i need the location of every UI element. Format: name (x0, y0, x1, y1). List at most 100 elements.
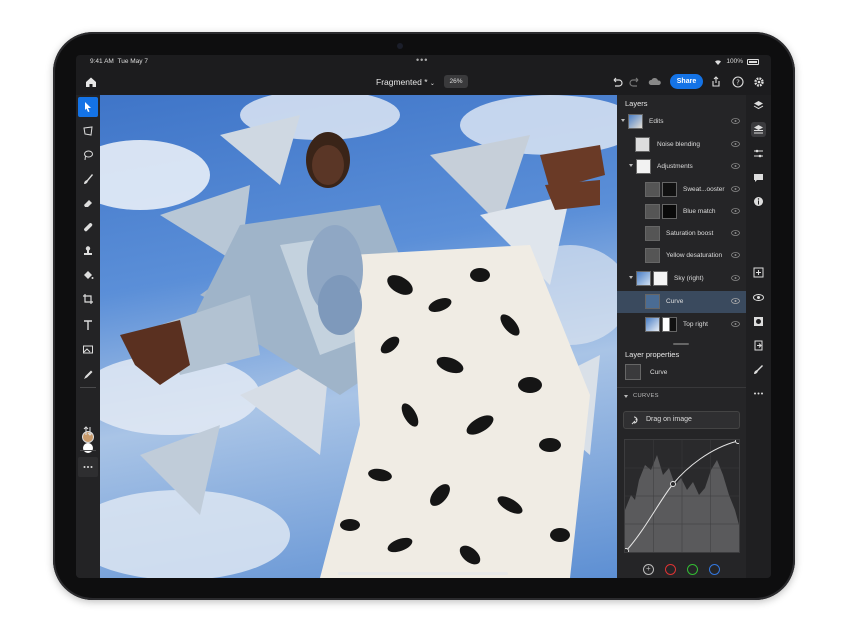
arrow-cursor-icon (85, 102, 91, 112)
eye-icon[interactable] (731, 230, 740, 236)
blue-channel-button[interactable] (709, 564, 720, 575)
layers-panel-title: Layers (625, 99, 648, 108)
right-panel-rail (746, 95, 771, 578)
export-icon[interactable] (709, 75, 723, 89)
eye-icon[interactable] (731, 321, 740, 327)
layer-thumbnail (645, 317, 660, 332)
home-indicator[interactable] (338, 572, 508, 575)
panel-resize-handle[interactable] (673, 343, 689, 345)
eye-icon[interactable] (731, 141, 740, 147)
undo-icon[interactable] (610, 75, 624, 89)
chevron-down-icon: ⌄ (429, 81, 435, 87)
curve-point[interactable] (735, 438, 741, 444)
layer-name: Top right (683, 321, 708, 328)
swap-colors-tool[interactable] (78, 421, 98, 441)
curve-adjustment-icon (645, 294, 660, 309)
rail-divider (80, 387, 96, 388)
layer-name: Curve (666, 298, 684, 305)
eyedropper-icon (84, 370, 93, 379)
chevron-down-icon[interactable] (624, 395, 628, 398)
layers-stack-icon (753, 101, 764, 110)
crop-icon (83, 294, 93, 304)
layer-properties-title: Layer properties (625, 350, 680, 359)
curve-point[interactable] (623, 548, 629, 554)
top-toolbar: Fragmented * ⌄ 26% Share ? (76, 69, 771, 95)
layer-row-top-right[interactable]: Top right (617, 314, 746, 336)
eye-icon[interactable] (731, 275, 740, 281)
layer-row-sky-right[interactable]: Sky (right) (617, 268, 746, 290)
gear-icon[interactable] (752, 75, 766, 89)
fill-layer-button[interactable] (751, 362, 766, 377)
layer-row-adjustments[interactable]: Adjustments (617, 156, 746, 178)
info-button[interactable] (751, 194, 766, 209)
clone-tool[interactable] (78, 241, 98, 261)
layers-panel: Layers Edits Noise blending Adjustments … (617, 95, 746, 578)
layers-panel-button[interactable] (751, 98, 766, 113)
red-channel-button[interactable] (665, 564, 676, 575)
transform-tool[interactable] (78, 121, 98, 141)
share-button[interactable]: Share (670, 74, 703, 89)
layer-row-yellow-desaturation[interactable]: Yellow desaturation (617, 245, 746, 267)
adjustments-button[interactable] (751, 146, 766, 161)
curve-editor[interactable] (623, 438, 741, 554)
type-tool[interactable] (78, 315, 98, 335)
healing-tool[interactable] (78, 217, 98, 237)
layer-row-curve[interactable]: Curve (617, 291, 746, 313)
add-layer-button[interactable] (751, 265, 766, 280)
eye-icon[interactable] (731, 208, 740, 214)
plus-icon: + (646, 564, 651, 573)
paint-bucket-icon (84, 271, 94, 279)
background-color-swatch[interactable] (83, 443, 93, 453)
cloud-icon[interactable] (648, 75, 662, 89)
crop-tool[interactable] (78, 289, 98, 309)
layer-row-blue-match[interactable]: Blue match (617, 201, 746, 223)
eye-icon[interactable] (731, 252, 740, 258)
green-channel-button[interactable] (687, 564, 698, 575)
eyedropper-tool[interactable] (78, 365, 98, 385)
multitask-dots[interactable]: ••• (416, 55, 428, 65)
comments-button[interactable] (751, 170, 766, 185)
more-tools-button[interactable] (78, 457, 98, 477)
layer-row-noise-blending[interactable]: Noise blending (617, 134, 746, 156)
eye-icon[interactable] (731, 163, 740, 169)
curve-graph (623, 438, 741, 554)
drag-on-image-button[interactable]: Drag on image (623, 411, 740, 429)
visibility-button[interactable] (751, 290, 766, 305)
layer-row-edits[interactable]: Edits (617, 111, 746, 133)
lasso-tool[interactable] (78, 145, 98, 165)
more-options-button[interactable] (751, 386, 766, 401)
eye-icon[interactable] (731, 118, 740, 124)
move-tool[interactable] (78, 97, 98, 117)
brush-fill-icon (754, 365, 763, 374)
zoom-level[interactable]: 26% (444, 75, 468, 88)
place-image-tool[interactable] (78, 339, 98, 359)
layer-name: Yellow desaturation (666, 252, 723, 259)
image-canvas[interactable] (100, 95, 617, 578)
chevron-down-icon[interactable] (629, 164, 633, 167)
curves-section-label[interactable]: CURVES (633, 393, 659, 399)
rgb-channel-button[interactable]: + (643, 564, 654, 575)
chevron-down-icon[interactable] (621, 119, 625, 122)
fill-tool[interactable] (78, 265, 98, 285)
drag-on-image-label: Drag on image (646, 416, 692, 423)
more-horizontal-icon (754, 392, 763, 395)
mask-button[interactable] (751, 314, 766, 329)
mask-icon (754, 317, 763, 326)
brush-tool[interactable] (78, 169, 98, 189)
eye-icon[interactable] (731, 186, 740, 192)
layer-name: Blue match (683, 208, 716, 215)
layer-row-saturation-boost[interactable]: Saturation boost (617, 223, 746, 245)
import-button[interactable] (751, 338, 766, 353)
mask-thumbnail (653, 271, 668, 286)
text-t-icon (84, 320, 92, 330)
layer-row-sweat-booster[interactable]: Sweat...ooster (617, 179, 746, 201)
home-icon[interactable] (84, 75, 98, 89)
layer-properties-button[interactable] (751, 122, 766, 137)
redo-icon[interactable] (628, 75, 642, 89)
chevron-down-icon[interactable] (629, 276, 633, 279)
help-icon[interactable]: ? (731, 75, 745, 89)
eye-icon[interactable] (731, 298, 740, 304)
document-title[interactable]: Fragmented * ⌄ (376, 77, 435, 87)
eraser-tool[interactable] (78, 193, 98, 213)
curve-point[interactable] (670, 481, 676, 487)
